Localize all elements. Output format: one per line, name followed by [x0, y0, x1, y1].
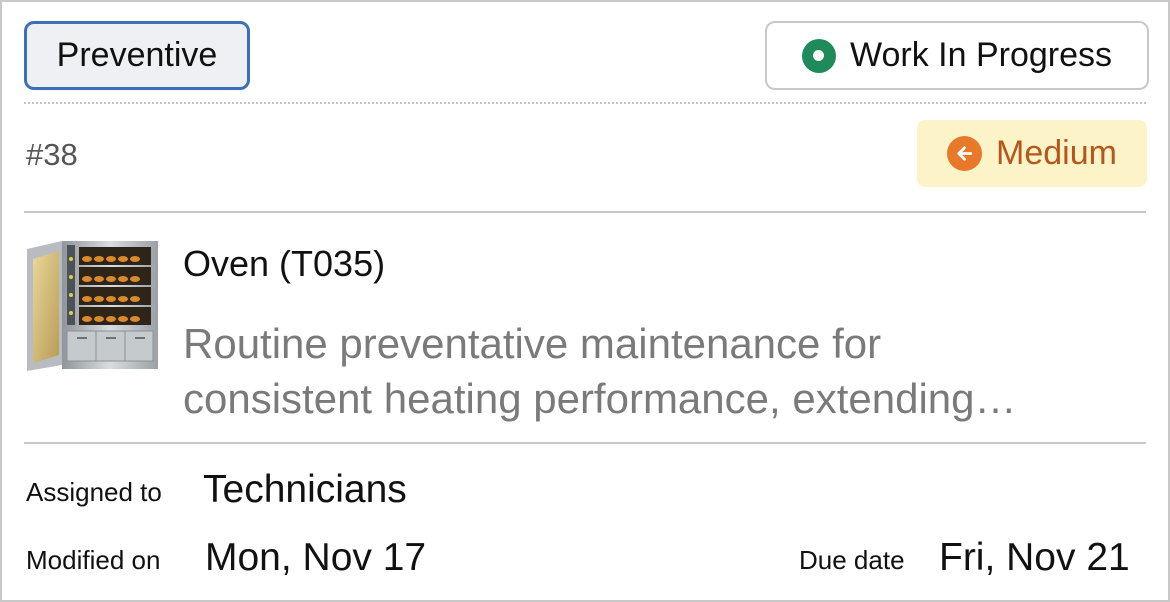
asset-name[interactable]: Oven (T035)	[183, 243, 385, 285]
section-divider	[24, 442, 1146, 444]
status-dot-icon	[801, 38, 836, 73]
modified-on-value: Mon, Nov 17	[205, 536, 427, 579]
section-divider	[24, 211, 1146, 213]
oven-image	[27, 237, 158, 373]
work-order-number: #38	[26, 137, 78, 172]
priority-label: Medium	[996, 134, 1117, 172]
work-order-type-label: Preventive	[56, 36, 218, 74]
description-line: consistent heating performance, extendin…	[183, 375, 1017, 422]
status-label: Work In Progress	[849, 36, 1112, 74]
arrow-left-circle-icon	[947, 136, 983, 171]
work-order-card[interactable]: Preventive Work In Progress #38 Medium O…	[0, 0, 1170, 602]
modified-on-label: Modified on	[26, 545, 161, 575]
work-order-type-badge[interactable]: Preventive	[24, 21, 250, 90]
priority-badge: Medium	[917, 120, 1147, 187]
status-button[interactable]: Work In Progress	[765, 21, 1149, 90]
due-date-value: Fri, Nov 21	[939, 536, 1130, 579]
dotted-divider	[24, 102, 1146, 104]
description-line: Routine preventative maintenance for	[183, 320, 882, 367]
work-order-description: Routine preventative maintenance for con…	[183, 316, 1158, 426]
assigned-to-label: Assigned to	[26, 477, 162, 507]
due-date-label: Due date	[799, 545, 905, 575]
assigned-to-value: Technicians	[203, 468, 407, 511]
